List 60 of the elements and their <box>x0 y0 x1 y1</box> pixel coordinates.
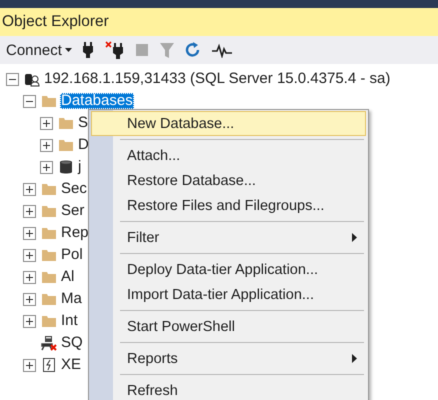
tree-item[interactable]: Rep <box>60 225 90 241</box>
folder-icon <box>41 247 57 263</box>
menu-item[interactable]: Attach... <box>91 143 366 168</box>
folder-icon <box>41 269 57 285</box>
refresh-icon[interactable] <box>184 41 201 59</box>
menu-item[interactable]: Filter <box>91 225 366 250</box>
menu-item[interactable]: New Database... <box>91 111 366 136</box>
folder-icon <box>41 225 57 241</box>
folder-icon <box>41 291 57 307</box>
expand-icon[interactable] <box>40 160 53 174</box>
submenu-arrow-icon <box>352 233 357 242</box>
connect-button[interactable]: Connect <box>4 40 74 60</box>
folder-icon <box>41 181 57 197</box>
tree-item[interactable]: Al <box>60 269 76 285</box>
expand-icon[interactable] <box>23 204 36 218</box>
tree-item[interactable]: Ser <box>60 203 86 219</box>
tree-item[interactable]: XE <box>60 357 82 373</box>
expand-icon[interactable] <box>23 358 36 372</box>
panel-title: Object Explorer <box>2 13 109 31</box>
agent-icon <box>41 335 57 351</box>
collapse-icon[interactable] <box>6 72 19 86</box>
expand-icon[interactable] <box>40 116 53 130</box>
tree-item[interactable]: Sec <box>60 181 88 197</box>
tree-item[interactable]: S <box>77 115 90 131</box>
event-session-icon <box>41 357 57 373</box>
folder-icon <box>41 313 57 329</box>
submenu-arrow-icon <box>352 354 357 363</box>
activity-icon[interactable] <box>210 42 233 58</box>
menu-item[interactable]: Import Data-tier Application... <box>91 282 366 307</box>
menu-item[interactable]: Reports <box>91 346 366 371</box>
expand-icon[interactable] <box>23 248 36 262</box>
folder-icon <box>58 115 74 131</box>
menu-item[interactable]: Restore Database... <box>91 168 366 193</box>
caret-icon <box>64 48 72 52</box>
tree-item[interactable]: 192.168.1.159,31433 (SQL Server 15.0.4375.4 - sa) <box>43 71 392 87</box>
expand-icon[interactable] <box>23 182 36 196</box>
tree-item[interactable]: D <box>77 137 90 153</box>
menu-item[interactable]: Start PowerShell <box>91 314 366 339</box>
tree-item[interactable]: Pol <box>60 247 84 263</box>
database-icon <box>58 159 74 175</box>
expand-icon[interactable] <box>23 270 36 284</box>
collapse-icon[interactable] <box>23 94 36 108</box>
expand-icon[interactable] <box>40 138 53 152</box>
expand-icon[interactable] <box>23 292 36 306</box>
tree-item[interactable]: Int <box>60 313 79 329</box>
menu-item[interactable]: Restore Files and Filegroups... <box>91 193 366 218</box>
expand-icon[interactable] <box>23 314 36 328</box>
menu-item[interactable]: Deploy Data-tier Application... <box>91 257 366 282</box>
folder-icon <box>58 137 74 153</box>
tree-item[interactable]: SQ <box>60 335 84 351</box>
server-icon <box>24 71 40 87</box>
tree-item[interactable]: j <box>77 159 82 175</box>
unplug-icon[interactable] <box>104 41 125 59</box>
menu-item[interactable]: Refresh <box>91 378 366 400</box>
expand-icon[interactable] <box>23 226 36 240</box>
folder-icon <box>41 93 57 109</box>
tree-item[interactable]: Databases <box>60 93 134 109</box>
folder-icon <box>41 203 57 219</box>
plug-icon[interactable] <box>80 41 95 59</box>
tree-item[interactable]: Ma <box>60 291 83 307</box>
